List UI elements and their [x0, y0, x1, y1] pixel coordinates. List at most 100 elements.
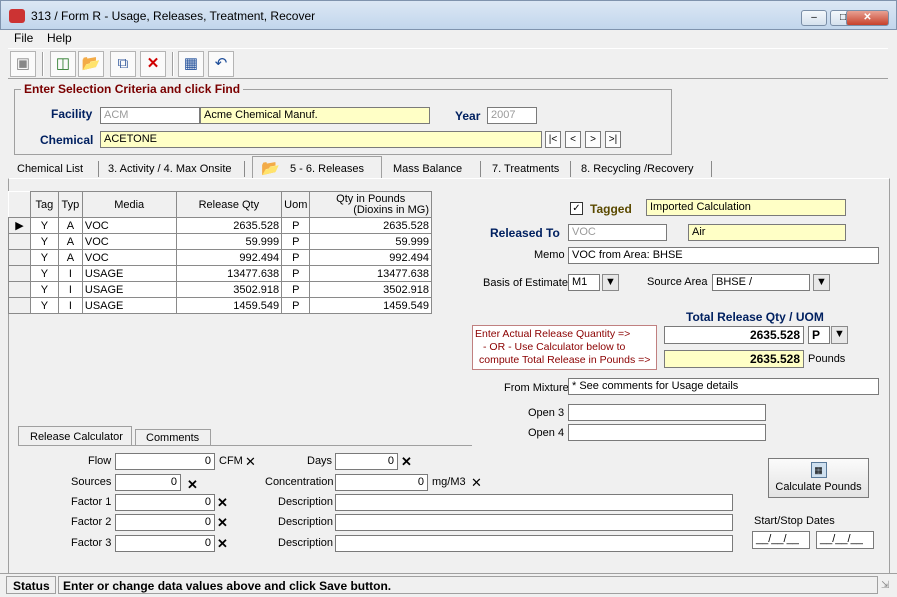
uom-field[interactable]: P [808, 326, 830, 344]
source-area-dropdown-icon[interactable]: ▼ [813, 274, 830, 291]
media-cell[interactable]: VOC [81, 233, 177, 250]
tag-cell[interactable]: Y [29, 297, 59, 314]
table-row[interactable]: Y A VOC 59.999 P 59.999 [8, 233, 432, 250]
menu-file[interactable]: File [14, 31, 33, 45]
flow-clear-icon[interactable]: ✕ [245, 454, 256, 470]
col-typ[interactable]: Typ [57, 191, 83, 218]
tag-cell[interactable]: Y [29, 217, 59, 234]
released-to-name-field[interactable]: Air [688, 224, 846, 241]
col-media[interactable]: Media [81, 191, 177, 218]
qty-in-pounds-cell[interactable]: 2635.528 [309, 217, 432, 234]
media-cell[interactable]: USAGE [81, 297, 177, 314]
release-qty-cell[interactable]: 992.494 [175, 249, 283, 266]
concentration-field[interactable]: 0 [335, 474, 428, 491]
release-qty-cell[interactable]: 2635.528 [175, 217, 283, 234]
table-row[interactable]: Y I USAGE 3502.918 P 3502.918 [8, 281, 432, 298]
tab-chemical-list[interactable]: Chemical List [17, 160, 83, 178]
typ-cell[interactable]: A [57, 233, 83, 250]
media-cell[interactable]: USAGE [81, 281, 177, 298]
table-row[interactable]: Y A VOC 992.494 P 992.494 [8, 249, 432, 266]
basis-of-estimate-field[interactable]: M1 [568, 274, 600, 291]
tab-treatments[interactable]: 7. Treatments [492, 160, 559, 178]
close-button[interactable]: ✕ [846, 10, 889, 26]
chemical-field[interactable]: ACETONE [100, 131, 542, 148]
days-clear-icon[interactable]: ✕ [401, 454, 412, 470]
pounds-field[interactable]: 2635.528 [664, 350, 804, 368]
menu-help[interactable]: Help [47, 31, 72, 45]
last-record-button[interactable]: >| [605, 131, 621, 148]
table-row[interactable]: ▶ Y A VOC 2635.528 P 2635.528 [8, 217, 432, 234]
col-qty-in-pounds[interactable]: Qty in Pounds (Dioxins in MG) [309, 191, 432, 218]
factor1-clear-icon[interactable]: ✕ [217, 495, 228, 511]
table-row[interactable]: Y I USAGE 1459.549 P 1459.549 [8, 297, 432, 314]
factor2-clear-icon[interactable]: ✕ [217, 515, 228, 531]
basis-dropdown-icon[interactable]: ▼ [602, 274, 619, 291]
copy-icon[interactable]: ⧉ [110, 51, 136, 77]
row-selector-cell[interactable] [8, 281, 31, 298]
save-disk-icon[interactable]: ▦ [178, 51, 204, 77]
description2-field[interactable] [335, 514, 733, 531]
days-field[interactable]: 0 [335, 453, 398, 470]
stop-date-field[interactable]: __/__/__ [816, 531, 874, 549]
qty-in-pounds-cell[interactable]: 59.999 [309, 233, 432, 250]
row-selector-cell[interactable] [8, 265, 31, 282]
qty-in-pounds-cell[interactable]: 992.494 [309, 249, 432, 266]
facility-name-field[interactable]: Acme Chemical Manuf. [200, 107, 430, 124]
start-date-field[interactable]: __/__/__ [752, 531, 810, 549]
database-icon[interactable]: ◫ [50, 51, 76, 77]
sources-field[interactable]: 0 [115, 474, 181, 491]
open-folder-icon[interactable]: 📂 [78, 51, 104, 77]
factor2-field[interactable]: 0 [115, 514, 215, 531]
media-cell[interactable]: VOC [81, 217, 177, 234]
tag-cell[interactable]: Y [29, 281, 59, 298]
releases-grid[interactable]: Tag Typ Media Release Qty Uom Qty in Pou… [8, 191, 432, 314]
release-qty-cell[interactable]: 59.999 [175, 233, 283, 250]
facility-code-field[interactable]: ACM [100, 107, 200, 124]
tagged-value-field[interactable]: Imported Calculation [646, 199, 846, 216]
source-area-field[interactable]: BHSE / [712, 274, 810, 291]
col-uom[interactable]: Uom [281, 191, 311, 218]
typ-cell[interactable]: I [57, 265, 83, 282]
tag-cell[interactable]: Y [29, 265, 59, 282]
tab-release-calculator[interactable]: Release Calculator [18, 426, 132, 446]
resize-grip-icon[interactable]: ⇲ [881, 580, 889, 591]
media-cell[interactable]: VOC [81, 249, 177, 266]
tagged-checkbox[interactable]: ✓ [570, 202, 583, 215]
factor3-clear-icon[interactable]: ✕ [217, 536, 228, 552]
typ-cell[interactable]: I [57, 297, 83, 314]
sources-clear-icon[interactable]: ✕ [187, 477, 198, 493]
binoculars-icon[interactable]: ▣ [10, 51, 36, 77]
tag-cell[interactable]: Y [29, 233, 59, 250]
year-field[interactable]: 2007 [487, 107, 537, 124]
uom-dropdown-icon[interactable]: ▼ [831, 326, 848, 344]
description3-field[interactable] [335, 535, 733, 552]
previous-record-button[interactable]: < [565, 131, 581, 148]
delete-x-icon[interactable]: ✕ [140, 51, 166, 77]
row-selector-cell[interactable] [8, 249, 31, 266]
factor3-field[interactable]: 0 [115, 535, 215, 552]
tab-mass-balance[interactable]: Mass Balance [393, 160, 462, 178]
qty-in-pounds-cell[interactable]: 1459.549 [309, 297, 432, 314]
flow-field[interactable]: 0 [115, 453, 215, 470]
tab-activity-max-onsite[interactable]: 3. Activity / 4. Max Onsite [108, 160, 232, 178]
media-cell[interactable]: USAGE [81, 265, 177, 282]
open3-field[interactable] [568, 404, 766, 421]
row-selector-cell[interactable] [8, 233, 31, 250]
tab-recycling-recovery[interactable]: 8. Recycling /Recovery [581, 160, 694, 178]
from-mixture-field[interactable]: * See comments for Usage details [568, 378, 879, 395]
release-qty-field[interactable]: 2635.528 [664, 326, 804, 344]
undo-icon[interactable]: ↶ [208, 51, 234, 77]
col-tag[interactable]: Tag [29, 191, 59, 218]
calculate-pounds-button[interactable]: ▦ Calculate Pounds [768, 458, 869, 498]
tag-cell[interactable]: Y [29, 249, 59, 266]
tab-comments[interactable]: Comments [135, 429, 211, 446]
factor1-field[interactable]: 0 [115, 494, 215, 511]
memo-field[interactable]: VOC from Area: BHSE [568, 247, 879, 264]
minimize-button[interactable]: – [801, 10, 827, 26]
release-qty-cell[interactable]: 3502.918 [175, 281, 283, 298]
uom-cell[interactable]: P [281, 217, 311, 234]
uom-cell[interactable]: P [281, 249, 311, 266]
uom-cell[interactable]: P [281, 265, 311, 282]
first-record-button[interactable]: |< [545, 131, 561, 148]
qty-in-pounds-cell[interactable]: 3502.918 [309, 281, 432, 298]
